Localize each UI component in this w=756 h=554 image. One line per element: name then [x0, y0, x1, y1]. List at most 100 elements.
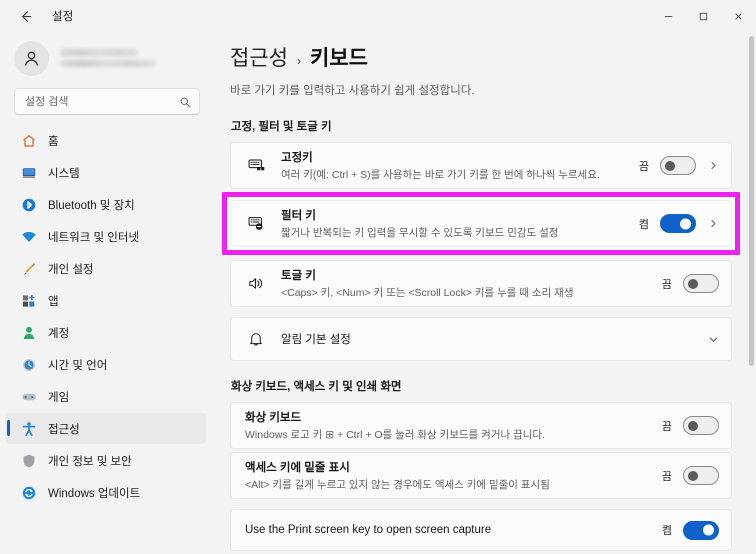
chevron-down-icon[interactable]: [707, 334, 719, 345]
bell-icon: [245, 330, 267, 348]
home-icon: [20, 132, 37, 149]
toggle-keys-toggle[interactable]: [683, 274, 719, 293]
toggle-state-label: 끔: [661, 278, 672, 291]
toggle-keys-icon: [245, 274, 267, 293]
title-bar: 설정: [0, 0, 756, 32]
account-icon: [20, 324, 37, 341]
row-title: 필터 키: [281, 210, 316, 222]
row-title: 화상 키보드: [245, 412, 302, 424]
sticky-keys-toggle[interactable]: [660, 156, 696, 175]
back-button[interactable]: [12, 3, 38, 29]
sidebar-item-accessibility[interactable]: 접근성: [6, 413, 206, 444]
toggle-state-label: 끔: [661, 470, 672, 483]
sidebar-item-personalization[interactable]: 개인 설정: [6, 253, 206, 284]
sidebar-item-label: 접근성: [48, 423, 80, 436]
row-description: <Caps> 키, <Num> 키 또는 <Scroll Lock> 키를 누를…: [281, 287, 574, 299]
window-controls: [651, 0, 756, 32]
search-icon: [179, 96, 191, 108]
sidebar-item-label: 시스템: [48, 167, 80, 180]
sidebar-item-accounts[interactable]: 계정: [6, 317, 206, 348]
row-filter-keys[interactable]: 필터 키 짧거나 반복되는 키 입력을 무시할 수 있도록 키보드 민감도 설정…: [230, 200, 732, 247]
row-sticky-keys[interactable]: 고정키 여러 키(예: Ctrl + S)를 사용하는 바로 가기 키를 한 번…: [230, 142, 732, 189]
sidebar-nav: 홈 시스템 Bluetooth 및 장치 네트워크 및 인터넷 개인 설정 앱 …: [0, 125, 210, 554]
brush-icon: [20, 260, 37, 277]
sidebar-item-bluetooth[interactable]: Bluetooth 및 장치: [6, 189, 206, 220]
update-icon: [20, 484, 37, 501]
on-screen-keyboard-toggle[interactable]: [683, 416, 719, 435]
wifi-icon: [20, 228, 37, 245]
sidebar-item-label: Bluetooth 및 장치: [48, 199, 135, 212]
sidebar-item-apps[interactable]: 앱: [6, 285, 206, 316]
underline-access-keys-toggle[interactable]: [683, 466, 719, 485]
sidebar-item-gaming[interactable]: 게임: [6, 381, 206, 412]
shield-icon: [20, 452, 37, 469]
avatar: [14, 40, 49, 76]
sidebar-item-label: 게임: [48, 391, 70, 404]
scrollbar[interactable]: [749, 36, 754, 550]
gamepad-icon: [20, 388, 37, 405]
section-heading-onscreen-keyboard: 화상 키보드, 액세스 키 및 인쇄 화면: [231, 381, 402, 393]
row-title: Use the Print screen key to open screen …: [245, 524, 492, 536]
filter-keys-toggle[interactable]: [660, 214, 696, 233]
row-print-screen-capture[interactable]: Use the Print screen key to open screen …: [230, 509, 732, 551]
breadcrumb-parent[interactable]: 접근성: [230, 42, 288, 72]
sidebar-item-label: 개인 정보 및 보안: [48, 455, 132, 468]
accessibility-icon: [20, 420, 37, 437]
row-description: Windows 로고 키 ⊞ + Ctrl + O를 눌러 화상 키보드를 켜거…: [245, 429, 545, 441]
row-on-screen-keyboard[interactable]: 화상 키보드 Windows 로고 키 ⊞ + Ctrl + O를 눌러 화상 …: [230, 402, 732, 449]
row-title: 알림 기본 설정: [281, 334, 351, 346]
sidebar-item-label: 네트워크 및 인터넷: [48, 231, 140, 244]
search-input[interactable]: [25, 95, 179, 108]
toggle-state-label: 켬: [638, 218, 649, 231]
toggle-state-label: 켬: [661, 525, 672, 537]
toggle-state-label: 끔: [661, 420, 672, 433]
system-icon: [20, 164, 37, 181]
sidebar-item-privacy-security[interactable]: 개인 정보 및 보안: [6, 445, 206, 476]
row-description: <Alt> 키를 길게 누르고 있지 않는 경우에도 액세스 키에 밑줄이 표시…: [245, 479, 550, 491]
sidebar-item-home[interactable]: 홈: [6, 125, 206, 156]
bluetooth-icon: [20, 196, 37, 213]
row-title: 토글 키: [281, 270, 316, 282]
sidebar-item-system[interactable]: 시스템: [6, 157, 206, 188]
row-underline-access-keys[interactable]: 액세스 키에 밑줄 표시 <Alt> 키를 길게 누르고 있지 않는 경우에도 …: [230, 452, 732, 499]
maximize-button[interactable]: [686, 0, 721, 32]
sidebar-item-label: 개인 설정: [48, 263, 94, 276]
sidebar-item-time-language[interactable]: 시간 및 언어: [6, 349, 206, 380]
row-description: 여러 키(예: Ctrl + S)를 사용하는 바로 가기 키를 한 번에 하나…: [281, 169, 600, 181]
chevron-right-icon[interactable]: [707, 161, 719, 170]
account-name-redacted: [60, 49, 156, 67]
close-button[interactable]: [721, 0, 756, 32]
section-heading-keys: 고정, 필터 및 토글 키: [231, 121, 332, 133]
search-box[interactable]: [14, 88, 200, 115]
toggle-state-label: 끔: [638, 160, 649, 173]
sidebar-item-label: 앱: [48, 295, 59, 308]
page-subtitle: 바로 가기 키를 입력하고 사용하기 쉽게 설정합니다.: [230, 85, 475, 97]
breadcrumb-separator: ›: [296, 54, 301, 68]
row-notification-preferences[interactable]: 알림 기본 설정: [230, 317, 732, 361]
row-toggle-keys[interactable]: 토글 키 <Caps> 키, <Num> 키 또는 <Scroll Lock> …: [230, 260, 732, 307]
chevron-right-icon[interactable]: [707, 219, 719, 228]
sidebar-item-label: 계정: [48, 327, 70, 340]
apps-icon: [20, 292, 37, 309]
clock-language-icon: [20, 356, 37, 373]
breadcrumb: 접근성 › 키보드: [230, 42, 732, 72]
sidebar: 홈 시스템: [0, 32, 218, 554]
row-title: 액세스 키에 밑줄 표시: [245, 462, 350, 474]
sidebar-item-label: 홈: [48, 135, 59, 148]
window-title: 설정: [52, 11, 74, 23]
scrollbar-thumb[interactable]: [749, 36, 754, 366]
filter-keys-icon: [245, 214, 267, 233]
minimize-button[interactable]: [651, 0, 686, 32]
row-title: 고정키: [281, 152, 313, 164]
sidebar-item-network[interactable]: 네트워크 및 인터넷: [6, 221, 206, 252]
account-profile[interactable]: [0, 32, 210, 84]
sidebar-item-label: Windows 업데이트: [48, 487, 141, 500]
sidebar-item-label: 시간 및 언어: [48, 359, 108, 372]
main-content: 접근성 › 키보드 바로 가기 키를 입력하고 사용하기 쉽게 설정합니다. 고…: [218, 32, 756, 554]
highlight-box-filter-keys: 필터 키 짧거나 반복되는 키 입력을 무시할 수 있도록 키보드 민감도 설정…: [222, 192, 740, 255]
row-description: 짧거나 반복되는 키 입력을 무시할 수 있도록 키보드 민감도 설정: [281, 227, 559, 239]
settings-window: 설정 설정 검색 홈 시스템 Bluetooth 및 장치 네트워크 및 인터넷…: [0, 0, 756, 554]
sidebar-item-windows-update[interactable]: Windows 업데이트: [6, 477, 206, 508]
page-title: 키보드: [309, 47, 368, 70]
print-screen-toggle[interactable]: [683, 520, 719, 540]
